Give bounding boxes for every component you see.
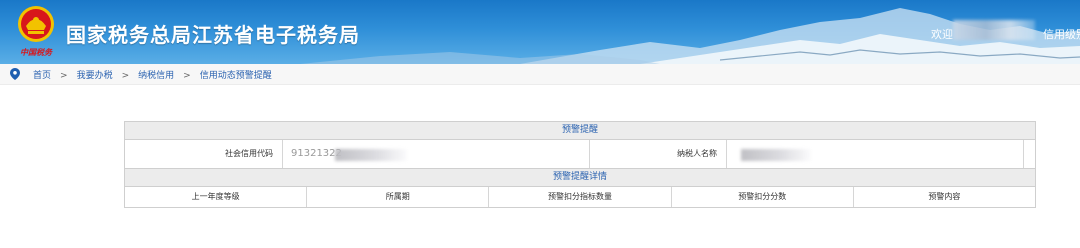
detail-table-header: 上一年度等级 所属期 预警扣分指标数量 预警扣分分数 预警内容 (125, 187, 1035, 207)
warning-section-title: 预警提醒 (125, 122, 1035, 140)
taxpayer-info-row: 社会信用代码 91321322 纳税人名称 (125, 140, 1035, 169)
taxpayer-name-field (727, 140, 1024, 168)
header-banner: 中国税务 国家税务总局江苏省电子税务局 欢迎 信用级别 (0, 0, 1080, 64)
credit-code-field: 91321322 (283, 140, 590, 168)
taxpayer-name-redacted (741, 149, 811, 161)
column-deduction-points: 预警扣分分数 (672, 187, 854, 207)
breadcrumb-separator: > (121, 71, 130, 81)
emblem-text: 中国税务 (20, 47, 53, 57)
breadcrumb-current-page[interactable]: 信用动态预警提醒 (200, 71, 272, 81)
column-warning-content: 预警内容 (928, 192, 961, 201)
credit-code-redacted (335, 149, 407, 161)
welcome-text: 欢迎 (931, 28, 953, 41)
column-prev-year-level: 上一年度等级 (125, 187, 308, 207)
breadcrumb: 首页 > 我要办税 > 纳税信用 > 信用动态预警提醒 (0, 64, 1080, 85)
credit-level-link[interactable]: 信用级别 (1043, 26, 1080, 42)
breadcrumb-separator: > (60, 71, 68, 81)
site-title: 国家税务总局江苏省电子税务局 (66, 23, 360, 47)
breadcrumb-home[interactable]: 首页 (33, 71, 51, 81)
breadcrumb-separator: > (183, 71, 191, 81)
taxpayer-name-label: 纳税人名称 (590, 140, 727, 168)
breadcrumb-tax-credit[interactable]: 纳税信用 (138, 71, 174, 81)
warning-form-panel: 预警提醒 社会信用代码 91321322 纳税人名称 预警提醒详情 上一年度等级… (124, 121, 1036, 208)
credit-code-label: 社会信用代码 (125, 140, 283, 168)
location-pin-icon (10, 68, 20, 80)
tax-emblem-logo: 中国税务 (18, 6, 54, 57)
breadcrumb-tax-handling[interactable]: 我要办税 (77, 71, 113, 81)
detail-section-title: 预警提醒详情 (125, 169, 1035, 187)
column-deduction-indicator-count: 预警扣分指标数量 (489, 187, 672, 207)
column-period: 所属期 (307, 187, 490, 207)
username-redacted (953, 20, 1035, 40)
